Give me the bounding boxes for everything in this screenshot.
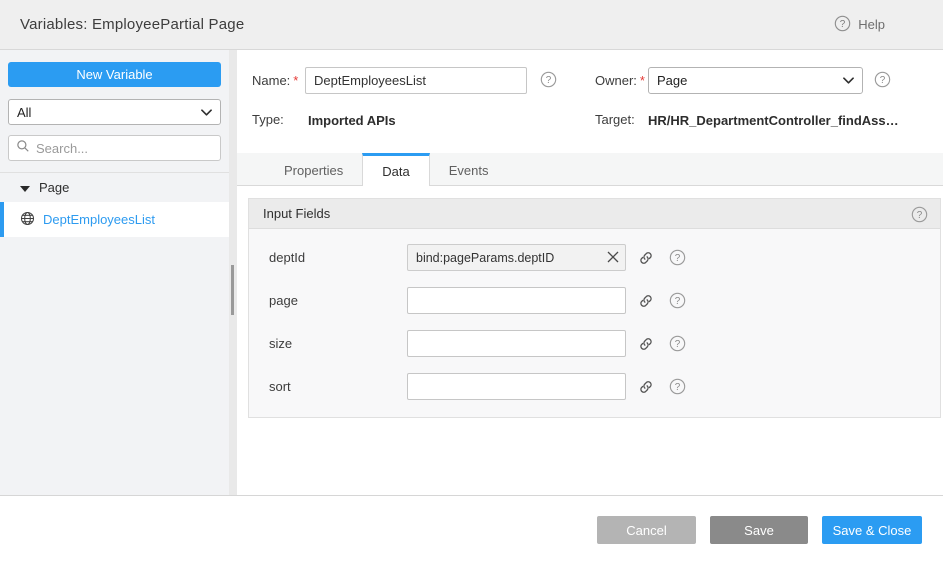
name-label: Name:*: [252, 67, 298, 94]
bind-link-icon[interactable]: [638, 336, 654, 352]
search-input[interactable]: [36, 141, 213, 156]
svg-text:?: ?: [675, 296, 681, 307]
field-help-icon[interactable]: ?: [669, 249, 686, 266]
field-help-icon[interactable]: ?: [669, 335, 686, 352]
field-label: page: [249, 293, 407, 308]
input-fields-help-icon[interactable]: ?: [911, 206, 928, 226]
field-help-icon[interactable]: ?: [669, 378, 686, 395]
save-button[interactable]: Save: [710, 516, 808, 544]
chevron-down-icon: [201, 109, 212, 116]
cancel-button[interactable]: Cancel: [597, 516, 696, 544]
type-label: Type:: [252, 110, 284, 130]
variables-tree: Page DeptEmployeesList: [0, 172, 229, 237]
page-title: Variables: EmployeePartial Page: [0, 16, 244, 33]
field-row-sort: sort ?: [249, 365, 940, 408]
field-row-size: size ?: [249, 322, 940, 365]
globe-icon: [20, 211, 35, 229]
tab-data[interactable]: Data: [362, 153, 429, 186]
tab-properties[interactable]: Properties: [265, 153, 362, 185]
name-input[interactable]: [305, 67, 527, 94]
field-label: sort: [249, 379, 407, 394]
tree-group-page[interactable]: Page: [0, 173, 229, 202]
new-variable-button[interactable]: New Variable: [8, 62, 221, 87]
chevron-down-icon: [843, 77, 854, 84]
svg-text:?: ?: [546, 75, 552, 86]
bind-link-icon[interactable]: [638, 379, 654, 395]
required-asterisk: *: [640, 73, 645, 88]
bind-link-icon[interactable]: [638, 250, 654, 266]
field-help-icon[interactable]: ?: [669, 292, 686, 309]
name-help-icon[interactable]: ?: [540, 71, 557, 88]
help-link[interactable]: ? Help: [834, 15, 885, 35]
input-fields-title: Input Fields: [263, 206, 330, 221]
tree-item-variable[interactable]: DeptEmployeesList: [0, 202, 229, 237]
size-input[interactable]: [407, 330, 626, 357]
owner-label: Owner:*: [595, 67, 645, 94]
search-icon: [16, 139, 30, 158]
svg-text:?: ?: [880, 75, 886, 86]
variable-filter-select[interactable]: All: [8, 99, 221, 125]
sidebar-controls: New Variable All: [0, 50, 229, 161]
owner-help-icon[interactable]: ?: [874, 71, 891, 88]
input-fields-panel: Input Fields ? deptId: [248, 198, 941, 418]
filter-selected-value: All: [17, 105, 31, 120]
svg-text:?: ?: [840, 18, 846, 29]
owner-select[interactable]: Page: [648, 67, 863, 94]
variables-dialog: Variables: EmployeePartial Page ? Help N…: [0, 0, 943, 563]
dialog-footer: Cancel Save Save & Close: [0, 495, 943, 563]
sort-input[interactable]: [407, 373, 626, 400]
tree-item-label: DeptEmployeesList: [43, 212, 155, 227]
editor-tab-bar: Properties Data Events: [237, 153, 943, 186]
type-value: Imported APIs: [308, 113, 396, 128]
target-value: HR/HR_DepartmentController_findAss…: [648, 113, 899, 128]
svg-text:?: ?: [675, 382, 681, 393]
deptid-input[interactable]: [407, 244, 626, 271]
help-icon: ?: [834, 15, 851, 35]
field-row-deptid: deptId ?: [249, 236, 940, 279]
target-label: Target:: [595, 110, 635, 130]
variables-sidebar: New Variable All: [0, 50, 229, 495]
tree-group-label: Page: [39, 180, 69, 195]
variable-search-box: [8, 135, 221, 161]
variable-editor: Name:* ? Owner:* Page ? Type: Imported A…: [237, 50, 943, 495]
clear-binding-icon[interactable]: [606, 250, 620, 264]
caret-down-icon: [20, 180, 30, 195]
dialog-body: New Variable All: [0, 50, 943, 495]
input-fields-header: Input Fields ?: [249, 199, 940, 229]
owner-selected-value: Page: [657, 73, 687, 88]
required-asterisk: *: [293, 73, 298, 88]
svg-text:?: ?: [917, 210, 923, 221]
svg-text:?: ?: [675, 253, 681, 264]
field-label: deptId: [249, 250, 407, 265]
panel-splitter[interactable]: [229, 50, 237, 495]
bind-link-icon[interactable]: [638, 293, 654, 309]
help-label: Help: [858, 17, 885, 32]
save-and-close-button[interactable]: Save & Close: [822, 516, 922, 544]
dialog-header: Variables: EmployeePartial Page ? Help: [0, 0, 943, 50]
svg-text:?: ?: [675, 339, 681, 350]
tab-events[interactable]: Events: [430, 153, 508, 185]
splitter-handle[interactable]: [231, 265, 234, 315]
field-label: size: [249, 336, 407, 351]
page-input[interactable]: [407, 287, 626, 314]
input-fields-body: deptId ?: [249, 229, 940, 417]
field-row-page: page ?: [249, 279, 940, 322]
